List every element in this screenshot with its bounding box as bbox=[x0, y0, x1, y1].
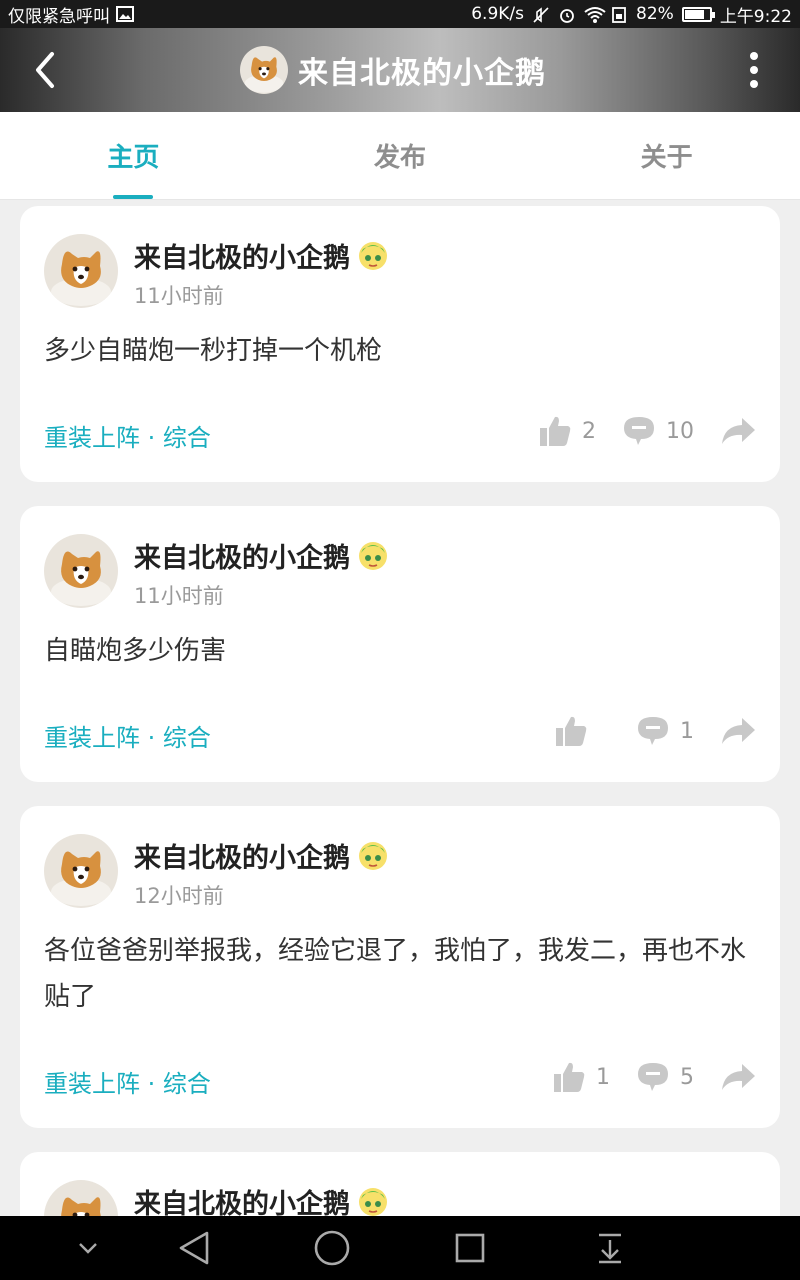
tab-posts[interactable]: 发布 bbox=[267, 112, 534, 199]
share-button[interactable] bbox=[720, 1062, 756, 1092]
author-name-text: 来自北极的小企鹅 bbox=[134, 843, 350, 874]
sim-icon bbox=[610, 6, 628, 23]
comment-icon bbox=[638, 1063, 668, 1091]
avatar[interactable] bbox=[44, 234, 118, 308]
back-button[interactable] bbox=[24, 50, 64, 90]
profile-header: 来自北极的小企鹅 bbox=[0, 28, 800, 112]
pull-down-icon bbox=[599, 1233, 621, 1264]
circle-home-icon bbox=[314, 1230, 350, 1266]
chevron-left-icon bbox=[36, 52, 54, 88]
thumbs-up-icon bbox=[556, 716, 587, 746]
alarm-icon bbox=[558, 6, 576, 23]
comment-count: 5 bbox=[680, 1064, 694, 1090]
page-title: 来自北极的小企鹅 bbox=[298, 56, 546, 91]
comment-button[interactable]: 1 bbox=[636, 714, 694, 748]
hide-nav-button[interactable] bbox=[68, 1228, 108, 1268]
post-text[interactable]: 自瞄炮多少伤害 bbox=[44, 628, 750, 674]
nav-back-button[interactable] bbox=[174, 1228, 214, 1268]
post-card[interactable]: 来自北极的小企鹅 12小时前 各位爸爸别举报我，经验它退了，我怕了，我发二，再也… bbox=[20, 806, 780, 1128]
like-button[interactable]: 1 bbox=[552, 1060, 610, 1094]
post-time: 11小时前 bbox=[134, 584, 224, 608]
share-arrow-icon bbox=[722, 1064, 755, 1090]
post-text[interactable]: 多少自瞄炮一秒打掉一个机枪 bbox=[44, 328, 750, 374]
comment-count: 1 bbox=[680, 718, 694, 744]
mute-icon bbox=[532, 6, 550, 23]
clock: 上午9:22 bbox=[719, 6, 792, 27]
avatar[interactable] bbox=[44, 534, 118, 608]
comment-icon bbox=[638, 717, 668, 745]
level-badge-icon bbox=[356, 239, 390, 273]
tab-about[interactable]: 关于 bbox=[533, 112, 800, 199]
post-category-link[interactable]: 重装上阵 · 综合 bbox=[44, 718, 211, 753]
post-time: 12小时前 bbox=[134, 884, 224, 908]
level-badge-icon bbox=[356, 539, 390, 573]
more-vertical-icon bbox=[750, 52, 758, 60]
like-count: 1 bbox=[596, 1064, 610, 1090]
post-category-link[interactable]: 重装上阵 · 综合 bbox=[44, 418, 211, 453]
post-category-link[interactable]: 重装上阵 · 综合 bbox=[44, 1064, 211, 1099]
notification-pull-button[interactable] bbox=[590, 1228, 630, 1268]
image-notification-icon bbox=[116, 6, 134, 22]
tab-home[interactable]: 主页 bbox=[0, 112, 267, 199]
comment-button[interactable]: 10 bbox=[622, 414, 694, 448]
battery-percent: 82% bbox=[636, 4, 674, 24]
thumbs-up-icon bbox=[554, 1062, 585, 1092]
post-text[interactable]: 各位爸爸别举报我，经验它退了，我怕了，我发二，再也不水贴了 bbox=[44, 928, 750, 1020]
more-options-button[interactable] bbox=[744, 48, 764, 92]
post-time: 11小时前 bbox=[134, 284, 224, 308]
like-button[interactable]: 2 bbox=[538, 414, 596, 448]
author-name-text: 来自北极的小企鹅 bbox=[134, 543, 350, 574]
author-name[interactable]: 来自北极的小企鹅 bbox=[134, 536, 390, 575]
post-card[interactable]: 来自北极的小企鹅 11小时前 多少自瞄炮一秒打掉一个机枪 重装上阵 · 综合 2… bbox=[20, 206, 780, 482]
triangle-back-icon bbox=[179, 1231, 209, 1265]
avatar[interactable] bbox=[240, 46, 288, 94]
like-button[interactable] bbox=[554, 714, 598, 748]
thumbs-up-icon bbox=[540, 416, 571, 446]
comment-icon bbox=[624, 417, 654, 445]
post-card[interactable]: 来自北极的小企鹅 11小时前 自瞄炮多少伤害 重装上阵 · 综合 1 bbox=[20, 506, 780, 782]
comment-count: 10 bbox=[666, 418, 694, 444]
like-count: 2 bbox=[582, 418, 596, 444]
comment-button[interactable]: 5 bbox=[636, 1060, 694, 1094]
share-button[interactable] bbox=[720, 416, 756, 446]
status-bar: 仅限紧急呼叫 6.9K/s 82% 上午9:22 bbox=[0, 0, 800, 28]
level-badge-icon bbox=[356, 839, 390, 873]
square-recents-icon bbox=[455, 1233, 485, 1263]
share-arrow-icon bbox=[722, 418, 755, 444]
author-name-text: 来自北极的小企鹅 bbox=[134, 243, 350, 274]
nav-home-button[interactable] bbox=[312, 1228, 352, 1268]
system-nav-bar bbox=[0, 1216, 800, 1280]
nav-recents-button[interactable] bbox=[450, 1228, 490, 1268]
avatar[interactable] bbox=[44, 834, 118, 908]
author-name[interactable]: 来自北极的小企鹅 bbox=[134, 236, 390, 275]
chevron-down-icon bbox=[79, 1243, 97, 1254]
post-feed: 来自北极的小企鹅 11小时前 多少自瞄炮一秒打掉一个机枪 重装上阵 · 综合 2… bbox=[20, 206, 780, 1280]
tab-bar: 主页 发布 关于 bbox=[0, 112, 800, 200]
level-badge-icon bbox=[356, 1185, 390, 1219]
share-button[interactable] bbox=[720, 716, 756, 746]
wifi-icon bbox=[584, 6, 606, 23]
battery-icon bbox=[681, 6, 715, 22]
author-name[interactable]: 来自北极的小企鹅 bbox=[134, 836, 390, 875]
carrier-text: 仅限紧急呼叫 bbox=[8, 6, 110, 27]
net-speed: 6.9K/s bbox=[471, 4, 525, 24]
share-arrow-icon bbox=[722, 718, 755, 744]
